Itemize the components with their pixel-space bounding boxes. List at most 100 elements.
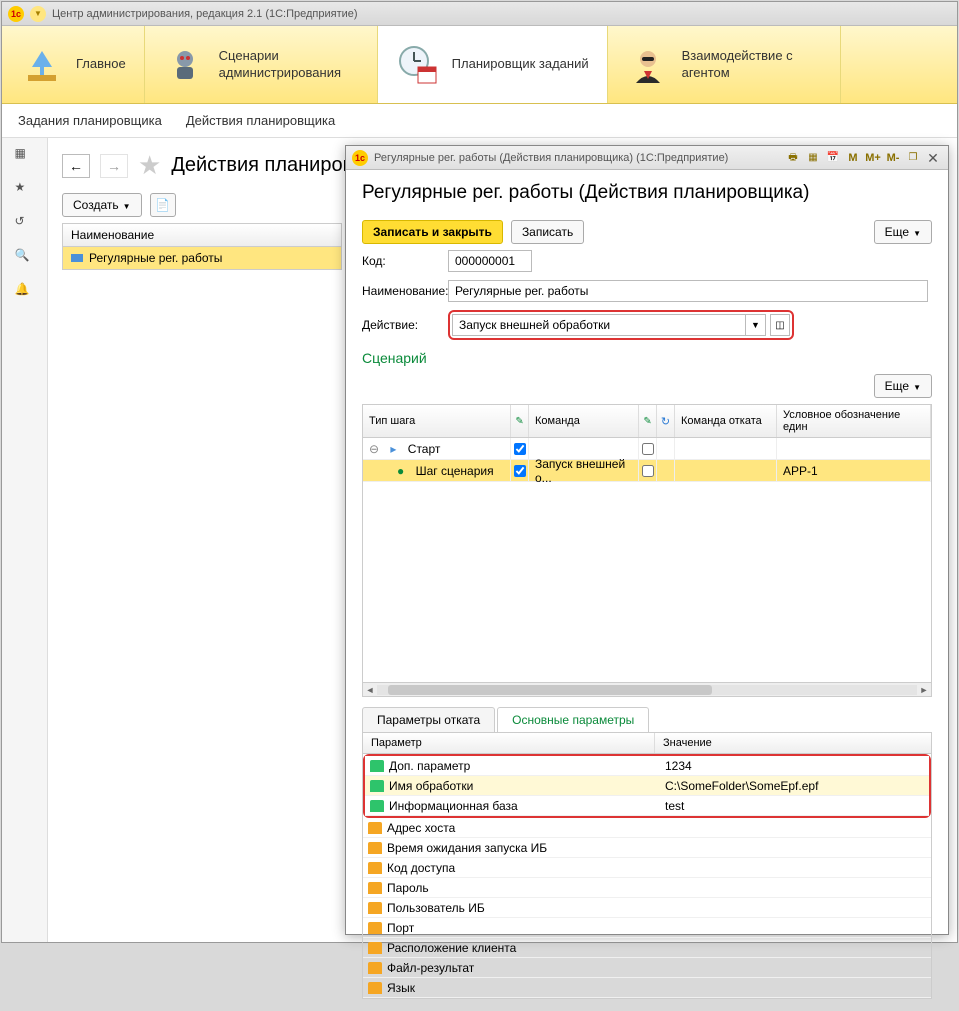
subnav: Задания планировщика Действия планировщи… [2, 104, 957, 138]
param-row[interactable]: Информационная базаtest [365, 796, 929, 816]
action-combo[interactable] [452, 314, 746, 336]
col-refresh[interactable]: ↻ [657, 405, 675, 437]
col-edit2[interactable]: ✎ [639, 405, 657, 437]
agent-icon [626, 43, 670, 87]
col-edit1[interactable]: ✎ [511, 405, 529, 437]
dialog-heading: Регулярные рег. работы (Действия планиро… [362, 182, 932, 204]
param-row[interactable]: Доп. параметр1234 [365, 756, 929, 776]
favorite-icon[interactable]: ★ [138, 150, 161, 181]
param-row[interactable]: Пользователь ИБ [363, 898, 931, 918]
save-close-button[interactable]: Записать и закрыть [362, 220, 503, 244]
main-titlebar: 1c ▼ Центр администрирования, редакция 2… [2, 2, 957, 26]
m-plus-button[interactable]: M+ [864, 150, 882, 166]
folder-orange-icon [368, 882, 382, 894]
ribbon-agent[interactable]: Взаимодействие с агентом [608, 26, 841, 103]
restore-icon[interactable]: ❐ [904, 150, 922, 166]
list-row[interactable]: Регулярные рег. работы [62, 247, 342, 270]
col-rollback[interactable]: Команда отката [675, 405, 777, 437]
dialog-titlebar: 1c Регулярные рег. работы (Действия план… [346, 146, 948, 170]
scenario-heading: Сценарий [362, 350, 932, 366]
col-step-type[interactable]: Тип шага [363, 405, 511, 437]
row1-chk1[interactable] [514, 465, 526, 477]
logo-1c-icon: 1c [8, 6, 24, 22]
m-minus-button[interactable]: M- [884, 150, 902, 166]
calc-icon[interactable]: ▦ [804, 150, 822, 166]
folder-orange-icon [368, 982, 382, 994]
apps-icon[interactable]: ▦ [15, 146, 35, 166]
param-row[interactable]: Код доступа [363, 858, 931, 878]
row-icon [71, 254, 83, 262]
bell-icon[interactable]: 🔔 [15, 282, 35, 302]
logo-1c-icon: 1c [352, 150, 368, 166]
code-label: Код: [362, 254, 448, 268]
subnav-actions[interactable]: Действия планировщика [186, 113, 335, 128]
scenario-row-start[interactable]: ⊖ ▸ Старт [363, 438, 931, 460]
name-label: Наименование: [362, 284, 448, 298]
param-row[interactable]: Время ожидания запуска ИБ [363, 838, 931, 858]
action-dropdown-button[interactable]: ▼ [746, 314, 766, 336]
app-menu-dropdown[interactable]: ▼ [30, 6, 46, 22]
param-row[interactable]: Имя обработкиC:\SomeFolder\SomeEpf.epf [365, 776, 929, 796]
folder-green-icon [370, 780, 384, 792]
params-grid: Параметр Значение Доп. параметр1234 Имя … [362, 733, 932, 999]
refresh-list-button[interactable]: 📄 [150, 193, 176, 217]
folder-green-icon [370, 760, 384, 772]
col-command[interactable]: Команда [529, 405, 639, 437]
tab-rollback-params[interactable]: Параметры отката [362, 707, 495, 732]
dialog-regular-works: 1c Регулярные рег. работы (Действия план… [345, 145, 949, 935]
col-cond[interactable]: Условное обозначение един [777, 405, 931, 437]
folder-orange-icon [368, 942, 382, 954]
ribbon: Главное Сценарии администрирования Плани… [2, 26, 957, 104]
back-button[interactable]: ← [62, 154, 90, 178]
param-col-value[interactable]: Значение [655, 733, 931, 753]
ribbon-scenarios[interactable]: Сценарии администрирования [145, 26, 378, 103]
action-label: Действие: [362, 318, 448, 332]
ribbon-home[interactable]: Главное [2, 26, 145, 103]
scenario-grid: Тип шага ✎ Команда ✎ ↻ Команда отката Ус… [362, 404, 932, 697]
param-row[interactable]: Расположение клиента [363, 938, 931, 958]
param-row[interactable]: Пароль [363, 878, 931, 898]
param-row[interactable]: Адрес хоста [363, 818, 931, 838]
folder-orange-icon [368, 822, 382, 834]
action-combo-highlight: ▼ ◫ [448, 310, 794, 340]
forward-button[interactable]: → [100, 154, 128, 178]
param-row[interactable]: Файл-результат [363, 958, 931, 978]
list-header-name[interactable]: Наименование [62, 223, 342, 247]
search-icon[interactable]: 🔍 [15, 248, 35, 268]
history-icon[interactable]: ↺ [15, 214, 35, 234]
m-button[interactable]: M [844, 150, 862, 166]
param-col-name[interactable]: Параметр [363, 733, 655, 753]
more-button[interactable]: Еще▼ [874, 220, 932, 244]
close-icon[interactable]: ✕ [924, 150, 942, 166]
folder-orange-icon [368, 922, 382, 934]
clock-calendar-icon [396, 43, 440, 87]
tab-main-params[interactable]: Основные параметры [497, 707, 649, 732]
robot-icon [163, 43, 207, 87]
print-icon[interactable]: 🖶 [784, 150, 802, 166]
scenario-more-button[interactable]: Еще▼ [874, 374, 932, 398]
folder-orange-icon [368, 902, 382, 914]
folder-orange-icon [368, 862, 382, 874]
params-highlight: Доп. параметр1234 Имя обработкиC:\SomeFo… [363, 754, 931, 818]
subnav-tasks[interactable]: Задания планировщика [18, 113, 162, 128]
row0-chk2[interactable] [642, 443, 654, 455]
code-field[interactable] [448, 250, 532, 272]
name-field[interactable] [448, 280, 928, 302]
param-row[interactable]: Язык [363, 978, 931, 998]
scenario-hscroll[interactable]: ◄ ► [363, 682, 931, 696]
star-icon[interactable]: ★ [15, 180, 35, 200]
param-row[interactable]: Порт [363, 918, 931, 938]
row1-chk2[interactable] [642, 465, 654, 477]
create-button[interactable]: Создать▼ [62, 193, 142, 217]
save-button[interactable]: Записать [511, 220, 584, 244]
scenario-row-step[interactable]: ● Шаг сценария Запуск внешней о... APP-1 [363, 460, 931, 482]
action-open-button[interactable]: ◫ [770, 314, 790, 336]
folder-green-icon [370, 800, 384, 812]
dialog-title: Регулярные рег. работы (Действия планиро… [374, 152, 778, 164]
row0-chk1[interactable] [514, 443, 526, 455]
calendar-icon[interactable]: 📅 [824, 150, 842, 166]
lamp-icon [20, 43, 64, 87]
ribbon-scheduler[interactable]: Планировщик заданий [378, 26, 608, 103]
folder-orange-icon [368, 842, 382, 854]
folder-orange-icon [368, 962, 382, 974]
